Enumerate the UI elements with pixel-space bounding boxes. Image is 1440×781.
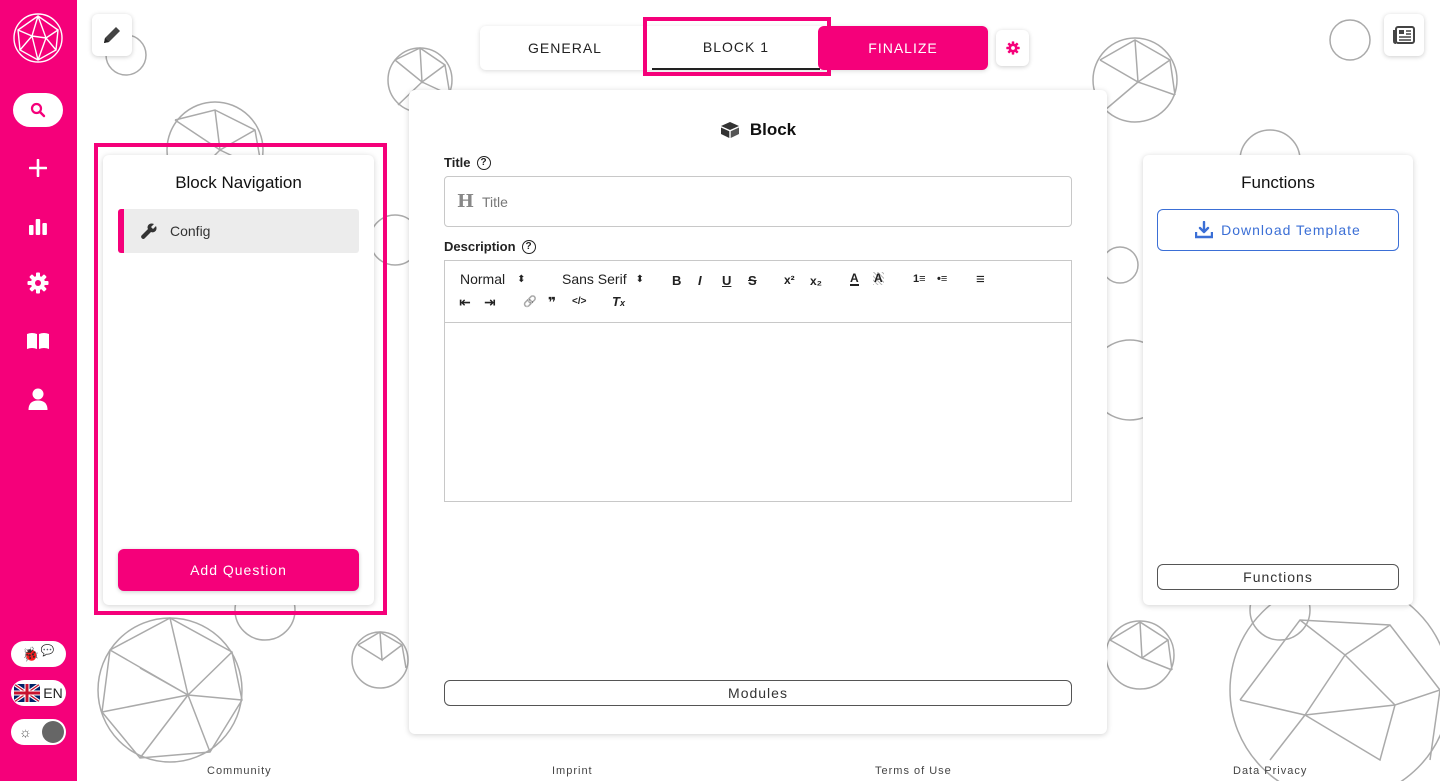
font-select[interactable]: Sans Serif ⬍: [562, 271, 644, 287]
tab-general[interactable]: GENERAL: [480, 26, 650, 70]
clear-format-glyph: T: [612, 294, 620, 309]
sun-icon: ☼: [19, 724, 32, 740]
functions-button[interactable]: Functions: [1157, 564, 1399, 590]
book-icon: [27, 333, 49, 349]
theme-toggle[interactable]: ☼: [11, 719, 66, 745]
code-button[interactable]: </>: [572, 296, 586, 307]
description-label-text: Description: [444, 239, 516, 254]
plus-icon: [29, 159, 47, 177]
gear-icon: [27, 272, 49, 294]
block-heading: Block: [409, 120, 1107, 140]
user-icon: [28, 388, 48, 410]
text-color-button[interactable]: A: [850, 272, 859, 286]
chat-icon: 💬: [40, 644, 55, 657]
format-select-value: Normal: [460, 271, 506, 287]
block-navigation-panel: Block Navigation Config Add Question: [103, 155, 374, 605]
uk-flag-icon: [14, 684, 41, 702]
background-color-button[interactable]: A: [873, 272, 884, 285]
tab-finalize-label: FINALIZE: [868, 40, 938, 56]
bug-icon: 🐞: [22, 645, 40, 662]
functions-title: Functions: [1241, 173, 1315, 192]
language-label: EN: [43, 685, 63, 701]
top-tab-bar: GENERAL BLOCK 1 FINALIZE: [480, 26, 988, 70]
footer-link-imprint[interactable]: Imprint: [552, 765, 593, 777]
gear-icon: [1005, 41, 1020, 55]
nav-item-config-label: Config: [170, 223, 211, 239]
settings-button[interactable]: [23, 268, 53, 298]
help-icon[interactable]: ?: [521, 239, 536, 254]
search-button[interactable]: [13, 93, 63, 127]
strike-button[interactable]: S: [748, 273, 757, 288]
nav-item-config[interactable]: Config: [118, 209, 359, 253]
chart-icon: [29, 219, 47, 235]
documentation-button[interactable]: [23, 326, 53, 356]
subscript-button[interactable]: x₂: [810, 274, 822, 288]
download-template-label: Download Template: [1221, 222, 1361, 238]
bullet-list-button[interactable]: •≡: [937, 273, 947, 285]
tab-block-1[interactable]: BLOCK 1: [652, 26, 820, 70]
description-label: Description ?: [444, 239, 536, 254]
bug-report-button[interactable]: 🐞 💬: [11, 641, 66, 667]
outdent-button[interactable]: ⇤: [459, 294, 471, 311]
block-navigation-title: Block Navigation: [175, 173, 302, 192]
heading-icon: H: [457, 191, 475, 212]
indent-button[interactable]: ⇥: [484, 294, 496, 311]
download-icon: [1195, 221, 1214, 239]
language-switch[interactable]: EN: [11, 680, 66, 706]
title-label-text: Title: [444, 155, 471, 170]
statistics-button[interactable]: [23, 211, 53, 241]
news-button[interactable]: [1384, 14, 1424, 56]
description-editor[interactable]: [444, 322, 1072, 502]
clear-format-x-icon: x: [619, 298, 625, 308]
footer-link-community[interactable]: Community: [207, 765, 272, 777]
italic-button[interactable]: I: [698, 273, 702, 288]
add-question-button[interactable]: Add Question: [118, 549, 359, 591]
select-arrows-icon: ⬍: [635, 273, 644, 285]
superscript-button[interactable]: x²: [784, 273, 795, 287]
profile-button[interactable]: [23, 384, 53, 414]
select-arrows-icon: ⬍: [517, 273, 526, 285]
format-select[interactable]: Normal ⬍: [460, 271, 526, 287]
title-input[interactable]: H Title: [444, 176, 1072, 227]
tab-finalize[interactable]: FINALIZE: [818, 26, 988, 70]
block-editor-panel: Block Title ? H Title Description ? Norm…: [409, 90, 1107, 734]
add-button[interactable]: [23, 153, 53, 183]
help-icon[interactable]: ?: [476, 155, 491, 170]
block-heading-text: Block: [749, 120, 797, 139]
logo-icon: [13, 13, 63, 63]
modules-button[interactable]: Modules: [444, 680, 1072, 706]
functions-panel: Functions Download Template Functions: [1143, 155, 1413, 605]
pencil-icon: [104, 27, 120, 43]
wrench-icon: [141, 223, 157, 239]
newspaper-icon: [1393, 26, 1415, 44]
download-template-button[interactable]: Download Template: [1157, 209, 1399, 251]
search-icon: [30, 102, 46, 118]
tab-general-label: GENERAL: [528, 40, 602, 56]
footer-link-privacy[interactable]: Data Privacy: [1233, 765, 1307, 777]
footer-link-terms[interactable]: Terms of Use: [875, 765, 952, 777]
underline-button[interactable]: U: [722, 273, 731, 288]
align-button[interactable]: ≡: [976, 271, 985, 288]
blockquote-button[interactable]: ❞: [548, 294, 556, 311]
tab-block-1-label: BLOCK 1: [702, 39, 770, 55]
box-icon: [720, 122, 739, 138]
font-select-value: Sans Serif: [562, 271, 627, 287]
title-placeholder: Title: [482, 193, 508, 210]
link-button[interactable]: 🔗: [523, 295, 537, 308]
survey-settings-button[interactable]: [996, 30, 1029, 66]
bold-button[interactable]: B: [672, 273, 681, 288]
ordered-list-button[interactable]: 1≡: [913, 273, 926, 285]
sidebar: 🐞 💬 EN ☼: [0, 0, 77, 781]
title-label: Title ?: [444, 155, 491, 170]
edit-button[interactable]: [92, 14, 132, 56]
editor-toolbar: Normal ⬍ Sans Serif ⬍ B I U S x² x₂ A A …: [444, 260, 1072, 322]
toggle-knob: [42, 721, 64, 743]
clear-format-button[interactable]: Tx: [612, 294, 625, 309]
